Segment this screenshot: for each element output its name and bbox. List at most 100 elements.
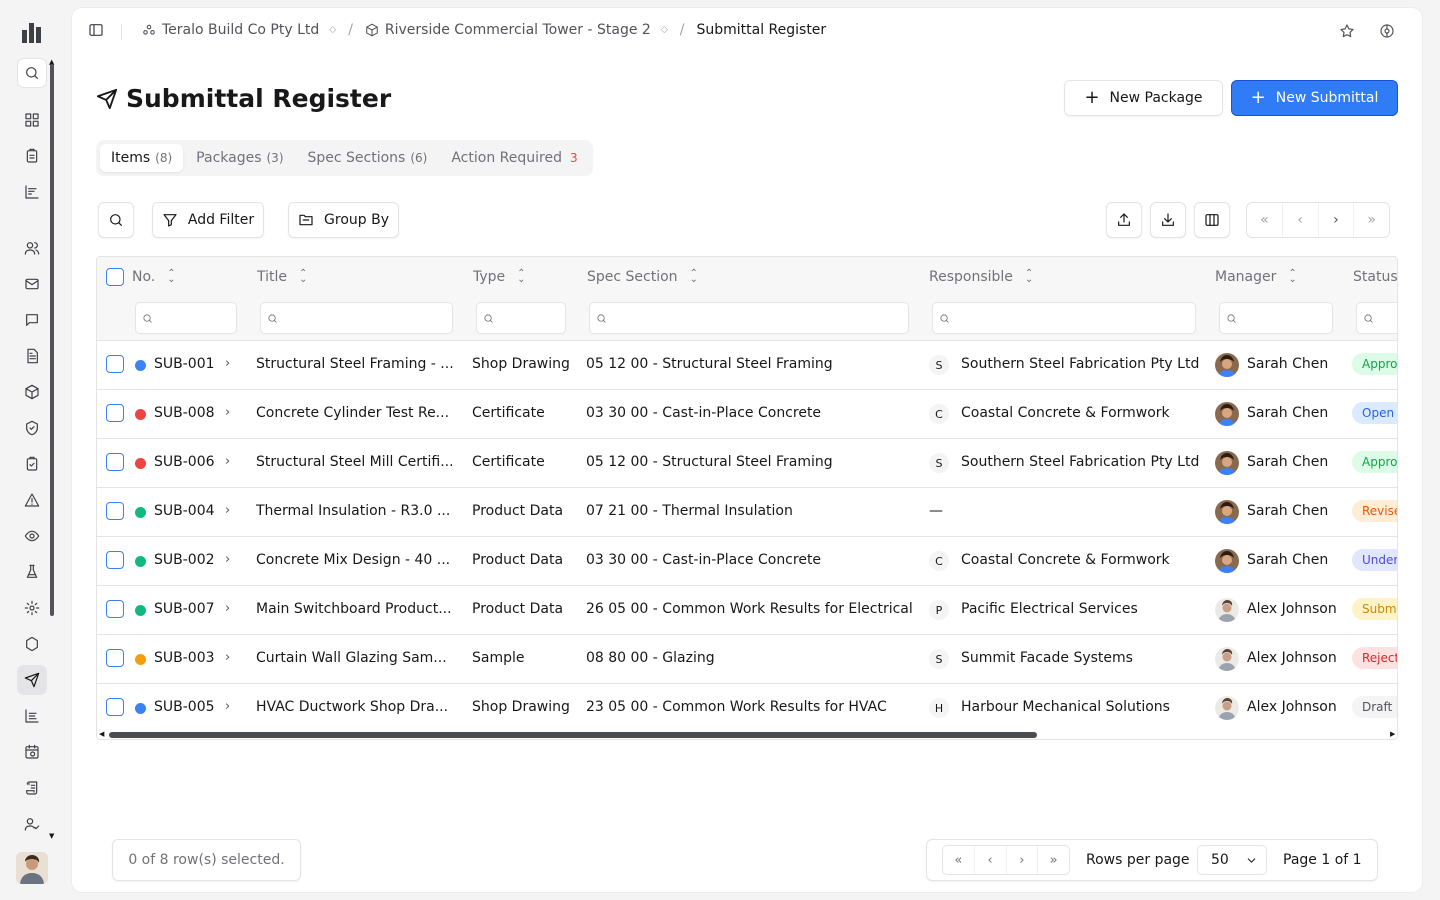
favorite-button[interactable] xyxy=(1339,23,1355,39)
column-header-type[interactable]: Type ⌃ ⌄ xyxy=(473,267,526,287)
submittal-number[interactable]: SUB-002 xyxy=(154,552,215,568)
table-row[interactable]: SUB-006 › Structural Steel Mill Certifi...… xyxy=(97,439,1397,488)
row-checkbox[interactable] xyxy=(106,404,124,422)
column-header-no[interactable]: No. ⌃ ⌄ xyxy=(132,267,176,287)
rail-search-button[interactable] xyxy=(17,58,47,88)
nav-quality[interactable] xyxy=(22,634,42,654)
table-row[interactable]: SUB-001 › Structural Steel Framing - ... Sh… xyxy=(97,341,1397,390)
column-header-title[interactable]: Title ⌃ ⌄ xyxy=(257,267,307,287)
nav-inspections[interactable] xyxy=(22,526,42,546)
row-checkbox[interactable] xyxy=(106,600,124,618)
row-checkbox[interactable] xyxy=(106,453,124,471)
rail-scrollbar[interactable] xyxy=(50,64,54,616)
chevron-right-icon[interactable]: › xyxy=(225,454,230,469)
submittal-title[interactable]: Concrete Mix Design - 40 ... xyxy=(256,552,461,568)
next-page-icon[interactable]: › xyxy=(1319,203,1355,237)
scrollbar-thumb[interactable] xyxy=(109,732,1037,738)
submittal-title[interactable]: Concrete Cylinder Test Re... xyxy=(256,405,461,421)
last-page-icon[interactable]: » xyxy=(1354,203,1389,237)
nav-issues[interactable] xyxy=(22,490,42,510)
group-by-button[interactable]: Group By xyxy=(288,202,399,238)
submittal-title[interactable]: Curtain Wall Glazing Sam... xyxy=(256,650,461,666)
table-row[interactable]: SUB-003 › Curtain Wall Glazing Sam... Sampl… xyxy=(97,635,1397,684)
chevron-right-icon[interactable]: › xyxy=(225,699,230,714)
nav-mail[interactable] xyxy=(22,274,42,294)
table-search-button[interactable] xyxy=(98,202,134,238)
filter-input-status[interactable] xyxy=(1356,302,1397,334)
rows-per-page-select[interactable]: 50 xyxy=(1197,845,1267,875)
add-filter-button[interactable]: Add Filter xyxy=(152,202,264,238)
download-button[interactable] xyxy=(1150,202,1186,238)
chevron-right-icon[interactable]: › xyxy=(225,552,230,567)
nav-team[interactable] xyxy=(22,814,42,834)
tab-spec-sections[interactable]: Spec Sections (6) xyxy=(297,144,439,172)
nav-checklists[interactable] xyxy=(22,454,42,474)
rail-scroll-down[interactable]: ▼ xyxy=(49,832,54,840)
filter-input-type[interactable] xyxy=(476,302,566,334)
new-submittal-button[interactable]: + New Submittal xyxy=(1231,80,1398,116)
table-row[interactable]: SUB-005 › HVAC Ductwork Shop Dra... Shop Dr… xyxy=(97,684,1397,733)
prev-page-icon[interactable]: ‹ xyxy=(1283,203,1319,237)
row-checkbox[interactable] xyxy=(106,502,124,520)
chevron-right-icon[interactable]: › xyxy=(225,503,230,518)
chevron-right-icon[interactable]: › xyxy=(225,601,230,616)
nav-logs[interactable] xyxy=(22,778,42,798)
column-header-spec[interactable]: Spec Section ⌃ ⌄ xyxy=(587,267,698,287)
breadcrumb-org[interactable]: Teralo Build Co Pty Ltd ◇ xyxy=(142,22,336,38)
submittal-number[interactable]: SUB-005 xyxy=(154,699,215,715)
last-page-icon[interactable]: » xyxy=(1038,846,1069,874)
nav-testing[interactable] xyxy=(22,562,42,582)
table-row[interactable]: SUB-008 › Concrete Cylinder Test Re... Cert… xyxy=(97,390,1397,439)
nav-users[interactable] xyxy=(22,238,42,258)
tab-items[interactable]: Items (8) xyxy=(100,144,184,172)
sidebar-toggle-button[interactable] xyxy=(88,22,104,38)
horizontal-scrollbar[interactable]: ◀ ▶ xyxy=(97,729,1397,739)
column-header-responsible[interactable]: Responsible ⌃ ⌄ xyxy=(929,267,1033,287)
chevron-right-icon[interactable]: › xyxy=(225,356,230,371)
nav-lists[interactable] xyxy=(22,706,42,726)
columns-button[interactable] xyxy=(1194,202,1230,238)
submittal-title[interactable]: Thermal Insulation - R3.0 ... xyxy=(256,503,461,519)
filter-input-responsible[interactable] xyxy=(932,302,1196,334)
submittal-number[interactable]: SUB-001 xyxy=(154,356,215,372)
export-button[interactable] xyxy=(1106,202,1142,238)
submittal-number[interactable]: SUB-004 xyxy=(154,503,215,519)
scroll-right-icon[interactable]: ▶ xyxy=(1390,730,1395,738)
table-row[interactable]: SUB-007 › Main Switchboard Product... Produ… xyxy=(97,586,1397,635)
submittal-number[interactable]: SUB-006 xyxy=(154,454,215,470)
nav-safety[interactable] xyxy=(22,418,42,438)
submittal-title[interactable]: Structural Steel Framing - ... xyxy=(256,356,461,372)
table-row[interactable]: SUB-002 › Concrete Mix Design - 40 ... Prod… xyxy=(97,537,1397,586)
nav-reports[interactable] xyxy=(22,182,42,202)
nav-submittals[interactable] xyxy=(17,665,47,695)
page-settings-button[interactable] xyxy=(1379,23,1395,39)
row-checkbox[interactable] xyxy=(106,551,124,569)
submittal-number[interactable]: SUB-007 xyxy=(154,601,215,617)
scroll-left-icon[interactable]: ◀ xyxy=(99,730,104,738)
nav-schedule[interactable] xyxy=(22,742,42,762)
nav-clipboard[interactable] xyxy=(22,146,42,166)
submittal-title[interactable]: Structural Steel Mill Certifi... xyxy=(256,454,461,470)
column-header-manager[interactable]: Manager ⌃ ⌄ xyxy=(1215,267,1297,287)
row-checkbox[interactable] xyxy=(106,649,124,667)
filter-input-manager[interactable] xyxy=(1219,302,1333,334)
breadcrumb-project[interactable]: Riverside Commercial Tower - Stage 2 ◇ xyxy=(365,22,668,38)
first-page-icon[interactable]: « xyxy=(1247,203,1283,237)
table-row[interactable]: SUB-004 › Thermal Insulation - R3.0 ... Pro… xyxy=(97,488,1397,537)
nav-settings[interactable] xyxy=(22,598,42,618)
select-all-checkbox[interactable] xyxy=(106,268,124,286)
filter-input-title[interactable] xyxy=(260,302,453,334)
column-header-status[interactable]: Status xyxy=(1353,267,1397,287)
submittal-title[interactable]: Main Switchboard Product... xyxy=(256,601,461,617)
submittal-number[interactable]: SUB-003 xyxy=(154,650,215,666)
row-checkbox[interactable] xyxy=(106,355,124,373)
tab-packages[interactable]: Packages (3) xyxy=(185,144,294,172)
logo-icon[interactable] xyxy=(22,21,42,43)
chevron-right-icon[interactable]: › xyxy=(225,405,230,420)
prev-page-icon[interactable]: ‹ xyxy=(975,846,1007,874)
row-checkbox[interactable] xyxy=(106,698,124,716)
submittal-title[interactable]: HVAC Ductwork Shop Dra... xyxy=(256,699,461,715)
nav-messages[interactable] xyxy=(22,310,42,330)
filter-input-no[interactable] xyxy=(135,302,237,334)
user-avatar[interactable] xyxy=(16,852,48,884)
